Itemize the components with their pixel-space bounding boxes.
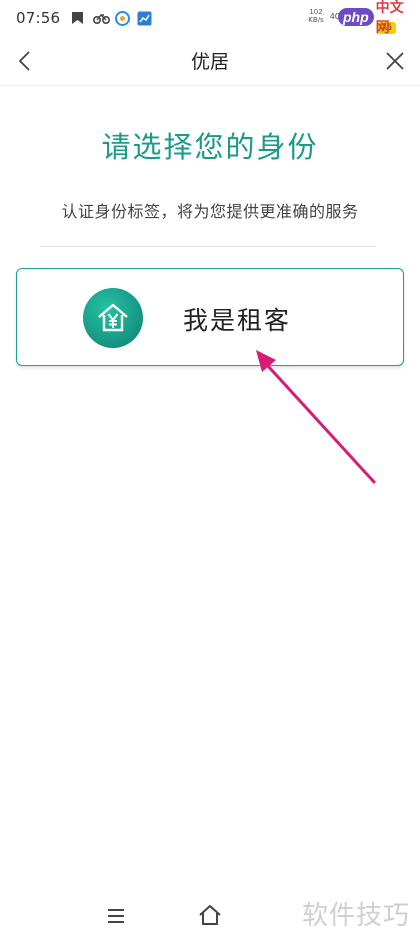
status-time: 07:56 — [16, 9, 61, 27]
menu-button[interactable] — [104, 904, 128, 928]
status-left: 07:56 — [16, 9, 152, 27]
identity-heading: 请选择您的身份 — [101, 130, 319, 164]
watermark-logo: php 中文网 — [338, 0, 412, 36]
app-notify-icon — [115, 10, 131, 26]
close-icon — [386, 52, 404, 70]
divider — [40, 246, 376, 247]
screen: 07:56 102 KB/s 4G 76 php 中文网 优居 请选择您的身份 … — [0, 0, 420, 940]
house-yen-icon — [83, 288, 143, 348]
watermark-logo-cn: 中文网 — [375, 0, 404, 36]
back-button[interactable] — [8, 44, 40, 78]
chevron-left-icon — [18, 51, 30, 71]
bookmark-icon — [71, 11, 86, 26]
net-speed-unit: KB/s — [308, 16, 324, 24]
net-speed: 102 KB/s — [308, 8, 323, 24]
identity-subtitle: 认证身份标签，将为您提供更准确的服务 — [61, 202, 359, 221]
tenant-role-label: 我是租客 — [183, 306, 292, 335]
net-speed-value: 102 — [309, 8, 323, 16]
watermark-text: 软件技巧 — [301, 901, 410, 931]
watermark-logo-php: php — [338, 8, 374, 26]
tenant-role-card[interactable]: 我是租客 — [16, 268, 404, 366]
menu-icon — [108, 909, 124, 923]
close-button[interactable] — [378, 44, 412, 78]
chart-app-icon — [137, 11, 152, 26]
home-button[interactable] — [197, 902, 223, 928]
home-icon — [199, 905, 221, 925]
app-header: 优居 — [0, 36, 420, 86]
bike-icon — [93, 11, 111, 26]
page-title: 优居 — [190, 51, 229, 73]
